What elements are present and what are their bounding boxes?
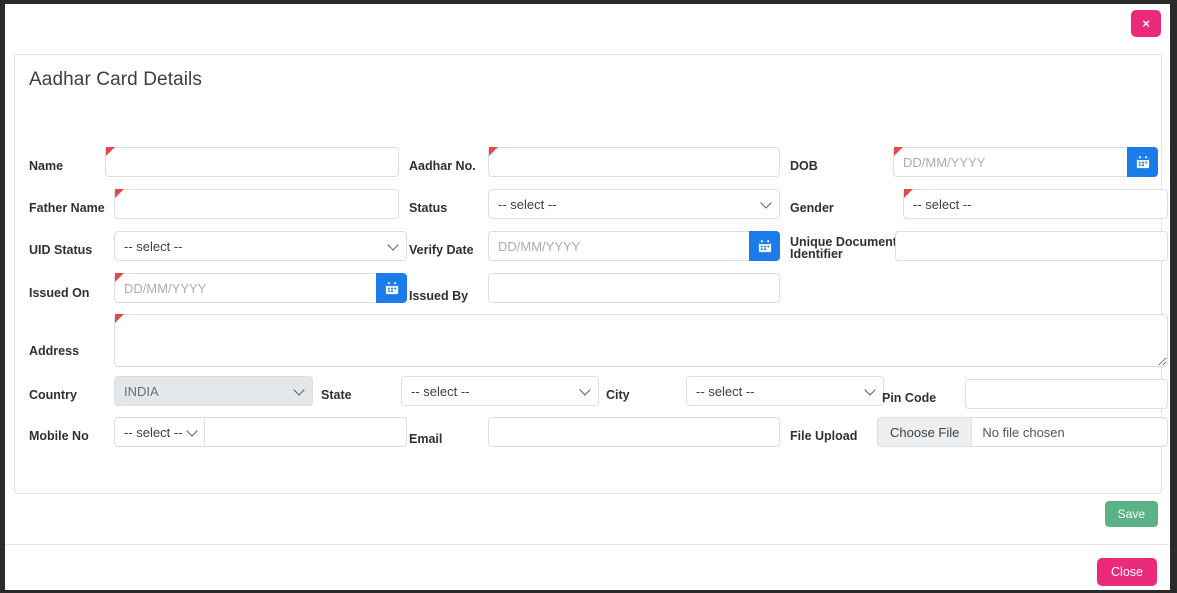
aadhar-card-panel: Aadhar Card Details Name Aadhar No. DOB [14, 54, 1168, 494]
label-dob: DOB [790, 159, 818, 173]
label-gender: Gender [790, 201, 834, 215]
calendar-icon-issued-on[interactable] [376, 273, 407, 303]
issued-by-input[interactable] [488, 273, 780, 303]
calendar-icon-verify-date[interactable] [749, 231, 780, 261]
footer-divider [5, 544, 1170, 545]
pin-code-input[interactable] [965, 379, 1168, 409]
page-title: Aadhar Card Details [29, 69, 202, 90]
dob-input[interactable] [893, 147, 1127, 177]
label-mobile-no: Mobile No [29, 429, 89, 443]
label-state: State [321, 388, 352, 402]
close-icon[interactable]: × [1131, 10, 1161, 37]
aadhar-no-input[interactable] [488, 147, 780, 177]
label-verify-date: Verify Date [409, 243, 474, 257]
issued-on-input[interactable] [114, 273, 376, 303]
label-address: Address [29, 344, 80, 358]
father-name-input[interactable] [114, 189, 399, 219]
gender-select[interactable] [903, 189, 1168, 219]
label-issued-on: Issued On [29, 286, 90, 300]
label-father-name: Father Name [29, 201, 105, 215]
verify-date-input[interactable] [488, 231, 749, 261]
unique-document-identifier-input[interactable] [895, 231, 1168, 261]
status-select-wrapper [488, 189, 780, 219]
label-email: Email [409, 432, 443, 446]
calendar-icon-dob[interactable] [1127, 147, 1158, 177]
email-field[interactable] [488, 417, 780, 447]
label-uid-status: UID Status [29, 243, 93, 257]
verify-date-group [488, 231, 780, 261]
file-name-label: No file chosen [982, 424, 1065, 440]
mobile-no-group [114, 417, 407, 447]
label-file-upload: File Upload [790, 429, 858, 443]
label-city: City [606, 388, 630, 402]
save-button[interactable]: Save [1104, 501, 1158, 527]
label-country: Country [29, 388, 77, 402]
country-select-wrapper [114, 376, 313, 406]
uid-status-select[interactable] [114, 231, 407, 261]
state-select[interactable] [401, 376, 599, 406]
city-select-wrapper [686, 376, 884, 406]
label-name: Name [29, 159, 64, 173]
mobile-code-select[interactable] [114, 417, 204, 447]
modal-dialog: × Aadhar Card Details Name Aadhar No. DO… [0, 0, 1177, 593]
label-unique-document-identifier: Unique Document Identifier [790, 236, 900, 261]
mobile-no-input[interactable] [204, 417, 407, 447]
city-select[interactable] [686, 376, 884, 406]
state-select-wrapper [401, 376, 599, 406]
label-status: Status [409, 201, 448, 215]
mobile-code-select-wrapper [114, 417, 204, 447]
label-udi-line2: Identifier [790, 247, 843, 261]
uid-status-select-wrapper [114, 231, 407, 261]
close-button[interactable]: Close [1097, 558, 1157, 586]
dob-date-group [893, 147, 1158, 177]
name-input[interactable] [105, 147, 399, 177]
address-textarea[interactable] [114, 314, 1168, 367]
gender-select-wrapper [903, 189, 1168, 219]
country-select [114, 376, 313, 406]
choose-file-button[interactable]: Choose File [878, 418, 973, 446]
status-select[interactable] [488, 189, 780, 219]
label-issued-by: Issued By [409, 289, 469, 303]
modal-header: × [5, 4, 1170, 50]
file-upload-control[interactable]: Choose File No file chosen [877, 417, 1168, 447]
label-pin-code: Pin Code [882, 391, 937, 405]
issued-on-date-group [114, 273, 407, 303]
label-aadhar-no: Aadhar No. [409, 159, 476, 173]
